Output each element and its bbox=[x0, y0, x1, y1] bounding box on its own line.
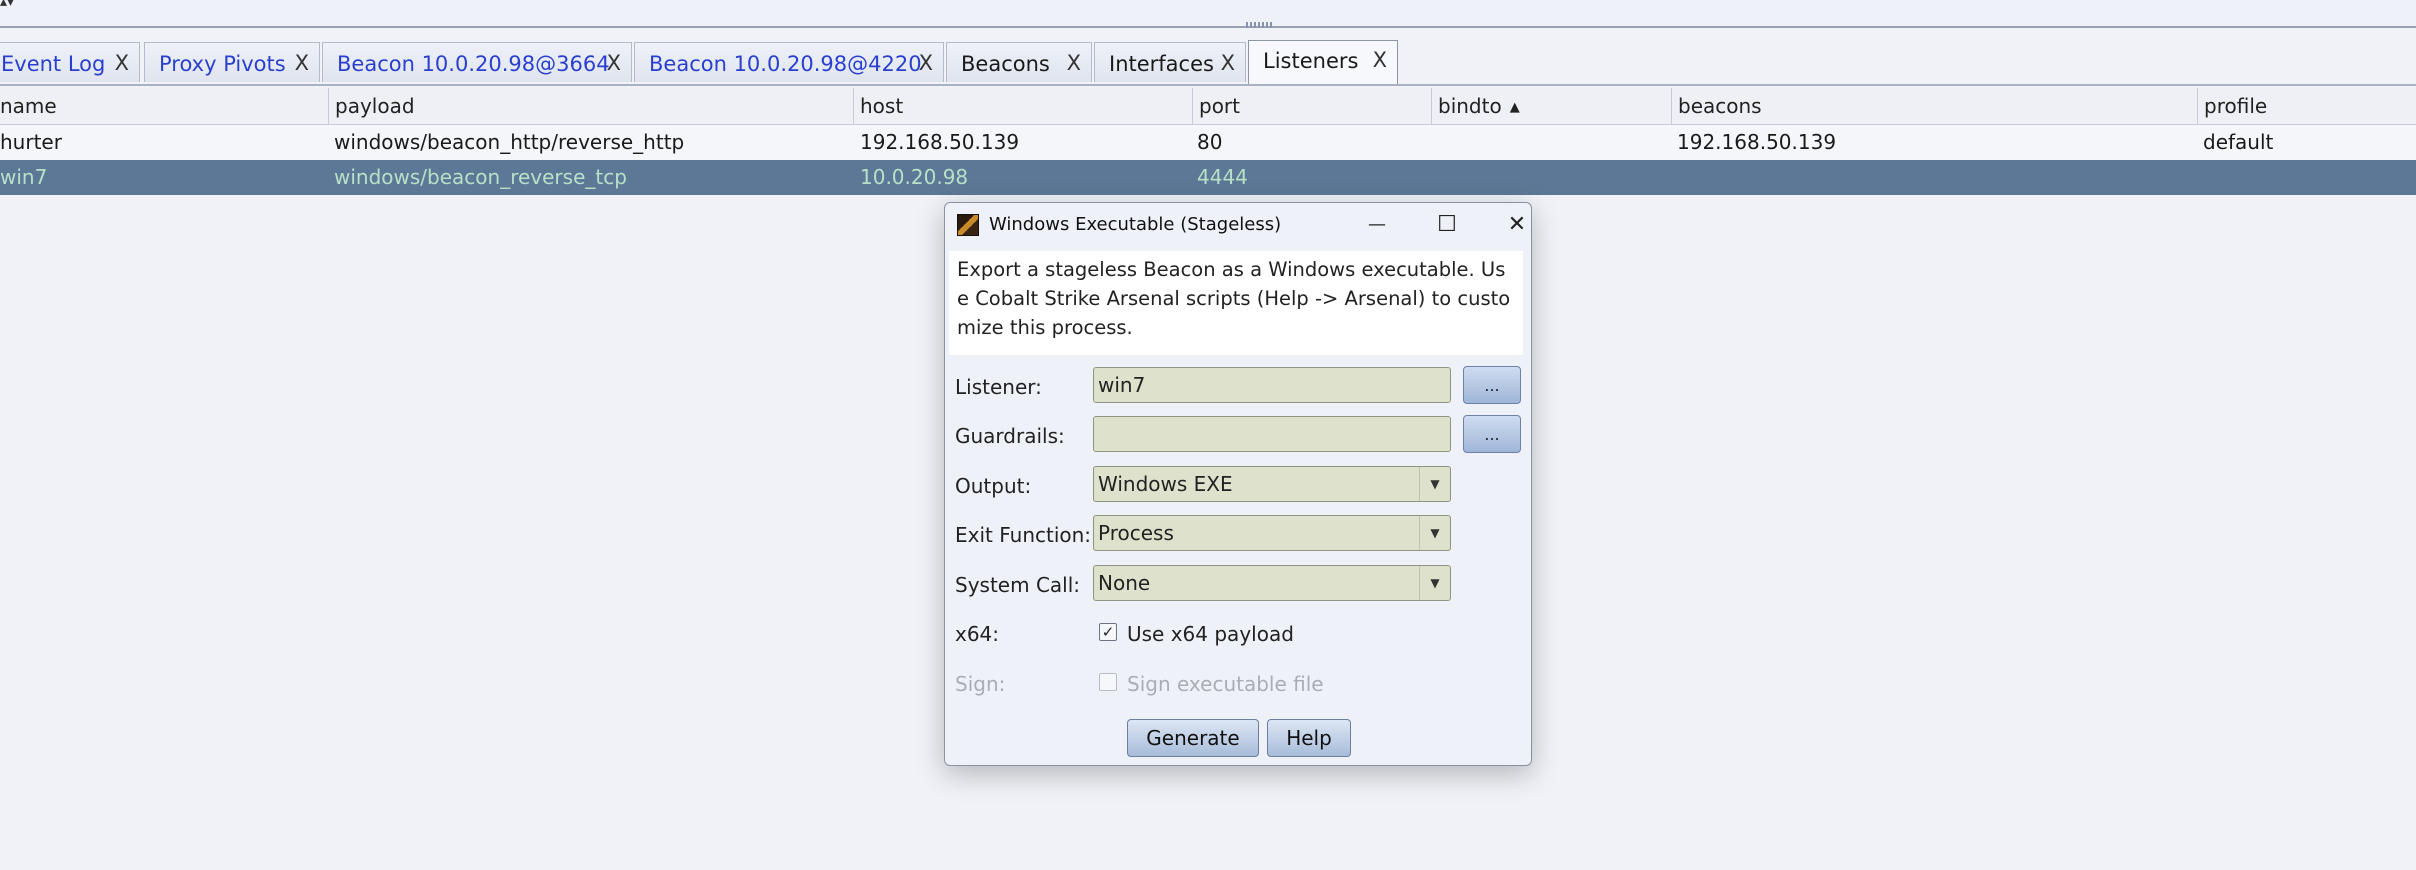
output-value: Windows EXE bbox=[1098, 472, 1233, 496]
cell-profile: default bbox=[2203, 130, 2274, 154]
column-header-host[interactable]: host bbox=[853, 88, 1192, 124]
tab-label: Proxy Pivots bbox=[159, 52, 286, 76]
tab-event-log[interactable]: Event Log X bbox=[0, 42, 140, 82]
sort-ascending-icon: ▲ bbox=[1509, 100, 1520, 115]
tab-beacon-4220[interactable]: Beacon 10.0.20.98@4220 X bbox=[634, 42, 944, 82]
system-call-value: None bbox=[1098, 571, 1151, 595]
column-header-bindto[interactable]: bindto ▲ bbox=[1431, 88, 1671, 124]
cell-payload: windows/beacon_reverse_tcp bbox=[334, 165, 627, 189]
cell-port: 80 bbox=[1197, 130, 1223, 154]
listener-browse-button[interactable]: ... bbox=[1463, 366, 1521, 404]
windows-executable-dialog: Windows Executable (Stageless) — ☐ ✕ Exp… bbox=[944, 202, 1532, 766]
cobalt-strike-icon bbox=[957, 214, 979, 236]
table-row[interactable]: hurter windows/beacon_http/reverse_http … bbox=[0, 125, 2416, 160]
tab-label: Event Log bbox=[1, 52, 106, 76]
column-header-profile[interactable]: profile bbox=[2197, 88, 2416, 124]
cell-beacons: 192.168.50.139 bbox=[1677, 130, 1837, 154]
sign-label: Sign: bbox=[955, 672, 1006, 696]
guardrails-label: Guardrails: bbox=[955, 424, 1065, 448]
guardrails-field[interactable] bbox=[1093, 416, 1451, 452]
chevron-down-icon[interactable]: ▼ bbox=[1419, 566, 1450, 600]
column-label: profile bbox=[2204, 94, 2268, 118]
x64-checkbox[interactable]: ✓ bbox=[1099, 623, 1117, 641]
tab-label: Interfaces bbox=[1109, 52, 1214, 76]
tab-close-icon[interactable]: X bbox=[919, 51, 933, 75]
column-label: host bbox=[860, 94, 904, 118]
tab-label: Listeners bbox=[1263, 49, 1359, 73]
x64-label: x64: bbox=[955, 622, 1000, 646]
output-select[interactable]: Windows EXE ▼ bbox=[1093, 466, 1451, 502]
table-row-selected[interactable]: win7 windows/beacon_reverse_tcp 10.0.20.… bbox=[0, 160, 2416, 195]
tab-close-icon[interactable]: X bbox=[295, 51, 309, 75]
tab-label: Beacon 10.0.20.98@4220 bbox=[649, 52, 922, 76]
checkmark-icon: ✓ bbox=[1101, 623, 1115, 641]
cell-port: 4444 bbox=[1197, 165, 1248, 189]
collapse-arrows-icon[interactable]: ▴▾ bbox=[0, 0, 14, 10]
chevron-down-icon[interactable]: ▼ bbox=[1419, 467, 1450, 501]
sign-checkbox bbox=[1099, 673, 1117, 691]
dialog-titlebar[interactable]: Windows Executable (Stageless) — ☐ ✕ bbox=[945, 203, 1531, 247]
column-header-beacons[interactable]: beacons bbox=[1671, 88, 2197, 124]
generate-button[interactable]: Generate bbox=[1127, 719, 1259, 757]
column-label: payload bbox=[335, 94, 415, 118]
exit-function-label: Exit Function: bbox=[955, 523, 1092, 547]
tab-close-icon[interactable]: X bbox=[1373, 48, 1387, 72]
guardrails-browse-button[interactable]: ... bbox=[1463, 415, 1521, 453]
help-button[interactable]: Help bbox=[1267, 719, 1351, 757]
tab-close-icon[interactable]: X bbox=[1221, 51, 1235, 75]
column-label: port bbox=[1199, 94, 1240, 118]
listener-field[interactable]: win7 bbox=[1093, 367, 1451, 403]
chevron-down-icon[interactable]: ▼ bbox=[1419, 516, 1450, 550]
tab-beacons[interactable]: Beacons X bbox=[946, 42, 1092, 82]
tab-listeners[interactable]: Listeners X bbox=[1248, 40, 1398, 84]
system-call-select[interactable]: None ▼ bbox=[1093, 565, 1451, 601]
cell-host: 192.168.50.139 bbox=[860, 130, 1020, 154]
maximize-icon[interactable]: ☐ bbox=[1427, 209, 1467, 241]
minimize-icon[interactable]: — bbox=[1357, 209, 1397, 241]
cell-payload: windows/beacon_http/reverse_http bbox=[334, 130, 685, 154]
tab-close-icon[interactable]: X bbox=[1067, 51, 1081, 75]
tab-close-icon[interactable]: X bbox=[115, 51, 129, 75]
dialog-description-panel: Export a stageless Beacon as a Windows e… bbox=[949, 251, 1523, 355]
top-splitter[interactable]: ▴▾ bbox=[0, 0, 2416, 28]
tab-close-icon[interactable]: X bbox=[607, 51, 621, 75]
tab-proxy-pivots[interactable]: Proxy Pivots X bbox=[144, 42, 320, 82]
tab-bar: Event Log X Proxy Pivots X Beacon 10.0.2… bbox=[0, 40, 2416, 86]
exit-function-select[interactable]: Process ▼ bbox=[1093, 515, 1451, 551]
column-label: name bbox=[0, 94, 57, 118]
tab-label: Beacons bbox=[961, 52, 1050, 76]
tab-label: Beacon 10.0.20.98@3664 bbox=[337, 52, 610, 76]
column-header-payload[interactable]: payload bbox=[328, 88, 853, 124]
x64-checkbox-label[interactable]: Use x64 payload bbox=[1127, 622, 1294, 646]
listener-label: Listener: bbox=[955, 375, 1042, 399]
column-header-name[interactable]: name bbox=[0, 88, 328, 124]
listeners-table-header: name payload host port bindto ▲ beacons p… bbox=[0, 88, 2416, 125]
splitter-grip-icon[interactable] bbox=[1246, 22, 1274, 28]
cell-name: hurter bbox=[0, 130, 62, 154]
system-call-label: System Call: bbox=[955, 573, 1081, 597]
dialog-title: Windows Executable (Stageless) bbox=[989, 214, 1282, 235]
output-label: Output: bbox=[955, 474, 1032, 498]
column-label: bindto bbox=[1438, 94, 1502, 118]
dialog-description: Export a stageless Beacon as a Windows e… bbox=[957, 258, 1511, 339]
column-label: beacons bbox=[1678, 94, 1762, 118]
tab-beacon-3664[interactable]: Beacon 10.0.20.98@3664 X bbox=[322, 42, 632, 82]
sign-checkbox-label: Sign executable file bbox=[1127, 672, 1324, 696]
tab-interfaces[interactable]: Interfaces X bbox=[1094, 42, 1246, 82]
column-header-port[interactable]: port bbox=[1192, 88, 1431, 124]
cell-name: win7 bbox=[0, 165, 48, 189]
exit-function-value: Process bbox=[1098, 521, 1174, 545]
cell-host: 10.0.20.98 bbox=[860, 165, 969, 189]
close-icon[interactable]: ✕ bbox=[1497, 209, 1537, 241]
